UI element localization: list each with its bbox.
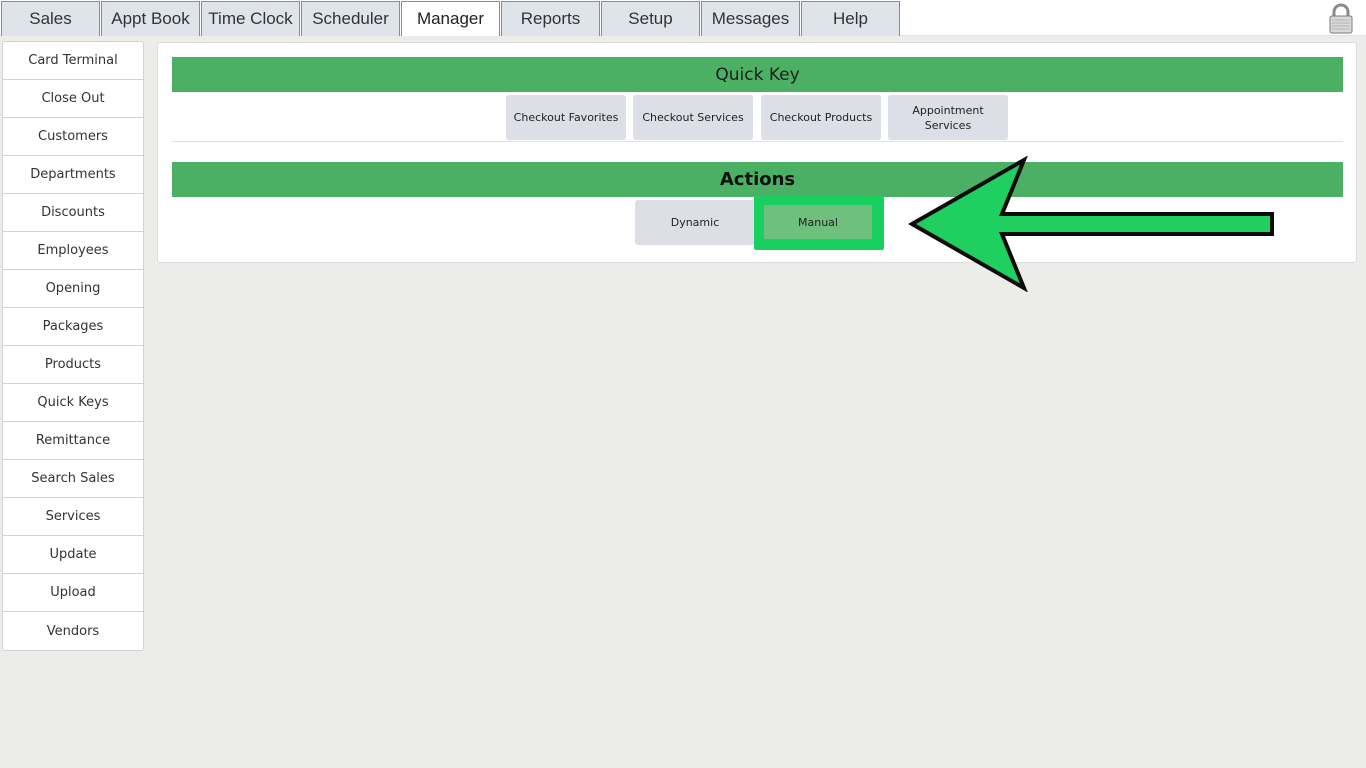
sidebar-item-opening[interactable]: Opening xyxy=(3,270,143,308)
checkout-services-button[interactable]: Checkout Services xyxy=(633,95,753,140)
tab-help[interactable]: Help xyxy=(801,1,900,36)
sidebar-item-search-sales[interactable]: Search Sales xyxy=(3,460,143,498)
sidebar-item-departments[interactable]: Departments xyxy=(3,156,143,194)
tab-messages[interactable]: Messages xyxy=(701,1,800,36)
sidebar-item-products[interactable]: Products xyxy=(3,346,143,384)
sidebar-item-update[interactable]: Update xyxy=(3,536,143,574)
sidebar-item-quick-keys[interactable]: Quick Keys xyxy=(3,384,143,422)
sidebar-item-packages[interactable]: Packages xyxy=(3,308,143,346)
tab-appt-book[interactable]: Appt Book xyxy=(101,1,200,36)
sidebar-item-remittance[interactable]: Remittance xyxy=(3,422,143,460)
quick-key-header: Quick Key xyxy=(172,57,1343,92)
annotation-arrow-icon xyxy=(907,156,1274,292)
manual-highlight: Manual xyxy=(754,196,884,250)
dynamic-button[interactable]: Dynamic xyxy=(635,200,755,245)
tab-scheduler[interactable]: Scheduler xyxy=(301,1,400,36)
tab-time-clock[interactable]: Time Clock xyxy=(201,1,300,36)
sidebar-item-employees[interactable]: Employees xyxy=(3,232,143,270)
lock-icon[interactable] xyxy=(1328,3,1354,34)
sidebar-item-discounts[interactable]: Discounts xyxy=(3,194,143,232)
manual-button[interactable]: Manual xyxy=(764,205,872,239)
sidebar-item-customers[interactable]: Customers xyxy=(3,118,143,156)
sidebar-item-upload[interactable]: Upload xyxy=(3,574,143,612)
tab-sales[interactable]: Sales xyxy=(1,1,100,36)
sidebar-item-services[interactable]: Services xyxy=(3,498,143,536)
sidebar-item-vendors[interactable]: Vendors xyxy=(3,612,143,650)
section-divider xyxy=(172,141,1343,142)
checkout-products-button[interactable]: Checkout Products xyxy=(761,95,881,140)
sidebar-item-close-out[interactable]: Close Out xyxy=(3,80,143,118)
sidebar-item-card-terminal[interactable]: Card Terminal xyxy=(3,42,143,80)
appointment-services-button[interactable]: Appointment Services xyxy=(888,95,1008,140)
manager-sidebar: Card Terminal Close Out Customers Depart… xyxy=(2,41,144,651)
checkout-favorites-button[interactable]: Checkout Favorites xyxy=(506,95,626,140)
tab-reports[interactable]: Reports xyxy=(501,1,600,36)
tab-manager[interactable]: Manager xyxy=(401,1,500,36)
top-tab-bar: Sales Appt Book Time Clock Scheduler Man… xyxy=(0,0,1366,36)
tab-setup[interactable]: Setup xyxy=(601,1,700,36)
